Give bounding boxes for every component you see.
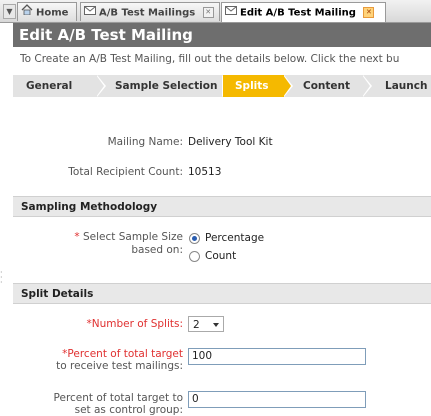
- sample-size-label-line1: Select Sample Size: [83, 231, 183, 243]
- tab-ab-test-mailings-label: A/B Test Mailings: [99, 7, 196, 19]
- envelope-icon: [84, 3, 96, 22]
- step-splits[interactable]: Splits: [223, 75, 284, 97]
- radio-count-label: Count: [205, 250, 237, 262]
- close-icon[interactable]: ✕: [363, 7, 375, 18]
- tab-edit-ab-test-mailing[interactable]: Edit A/B Test Mailing ✕: [221, 2, 386, 22]
- mailing-name-value: Delivery Tool Kit: [188, 136, 273, 148]
- recipient-count-value: 10513: [188, 166, 222, 178]
- recipient-count-label: Total Recipient Count:: [68, 166, 183, 178]
- percent-control-label-line1: Percent of total target to: [53, 392, 183, 404]
- chevron-down-icon: [213, 323, 219, 327]
- tab-bar: ▼ Home A/B Test Mailings ✕ Edit A/B Test…: [0, 0, 431, 23]
- radio-percentage-label: Percentage: [205, 232, 265, 244]
- num-splits-select[interactable]: 2: [188, 316, 224, 332]
- percent-control-label-line2: set as control group:: [74, 404, 183, 416]
- step-launch[interactable]: Launch: [372, 75, 431, 97]
- step-separator: [283, 75, 291, 97]
- intro-text: To Create an A/B Test Mailing, fill out …: [20, 53, 400, 65]
- percent-test-label-line2: to receive test mailings:: [56, 360, 183, 372]
- percent-test-label: *Percent of total target to receive test…: [13, 348, 183, 372]
- step-content[interactable]: Content: [293, 75, 363, 97]
- close-icon[interactable]: ✕: [202, 7, 214, 18]
- percent-control-label: Percent of total target to set as contro…: [0, 392, 183, 416]
- tab-edit-ab-test-mailing-label: Edit A/B Test Mailing: [240, 7, 356, 19]
- section-sampling-methodology: Sampling Methodology: [13, 196, 431, 217]
- radio-percentage[interactable]: Percentage: [189, 232, 264, 244]
- num-splits-label: *Number of Splits:: [86, 318, 183, 330]
- required-marker: *: [74, 231, 80, 243]
- panel-splitter-handle[interactable]: · · ·: [0, 269, 3, 287]
- mailing-name-label: Mailing Name:: [107, 136, 183, 148]
- percent-test-input[interactable]: 100: [188, 348, 366, 365]
- step-separator: [362, 75, 370, 97]
- num-splits-value: 2: [193, 319, 200, 331]
- page-title: Edit A/B Test Mailing: [13, 23, 431, 47]
- sample-size-label: * Select Sample Size based on:: [13, 231, 183, 257]
- radio-button-selected[interactable]: [189, 232, 200, 244]
- tab-menu-icon[interactable]: ▼: [3, 4, 16, 19]
- percent-test-label-line1: *Percent of total target: [62, 348, 183, 360]
- envelope-icon: [225, 3, 237, 22]
- tab-ab-test-mailings[interactable]: A/B Test Mailings ✕: [80, 2, 220, 21]
- step-sample-selection[interactable]: Sample Selection: [106, 75, 222, 97]
- tab-home[interactable]: Home: [17, 2, 77, 21]
- step-separator: [96, 75, 104, 97]
- section-split-details: Split Details: [13, 283, 431, 304]
- sample-size-label-line2: based on:: [131, 244, 183, 256]
- step-wizard: General Sample Selection Splits Content …: [13, 75, 431, 97]
- percent-control-input[interactable]: 0: [188, 391, 366, 408]
- step-general[interactable]: General: [13, 75, 97, 97]
- tab-home-label: Home: [36, 7, 69, 19]
- radio-count[interactable]: Count: [189, 250, 236, 262]
- home-icon: [21, 3, 33, 22]
- radio-button[interactable]: [189, 250, 200, 262]
